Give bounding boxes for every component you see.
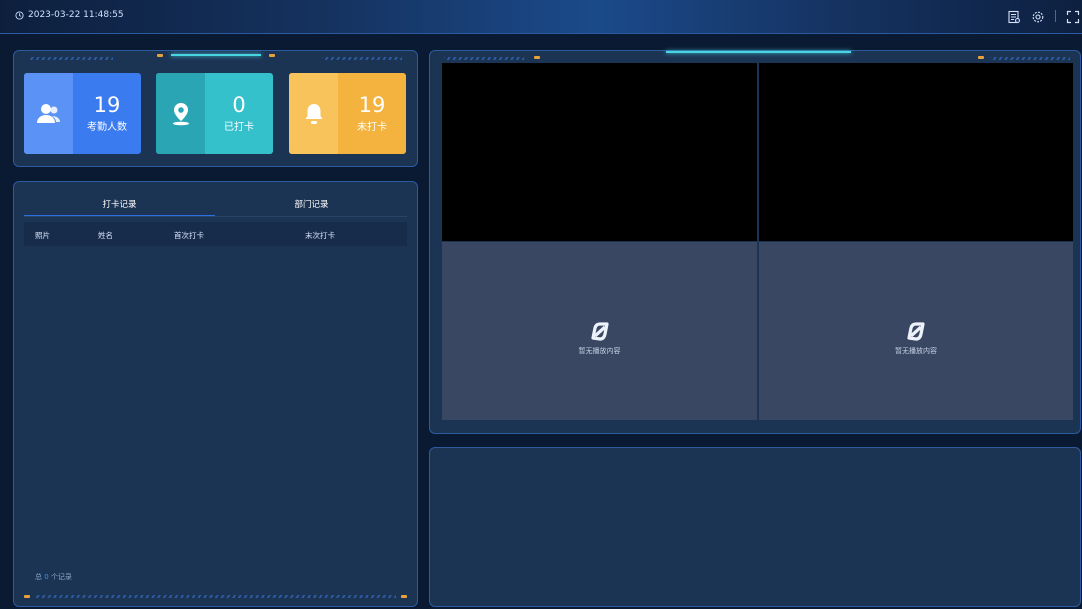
decorative-strip (444, 57, 524, 60)
decorative-line (666, 51, 851, 53)
no-signal-icon (590, 322, 609, 341)
decorative-strip (36, 595, 396, 598)
record-count-value: 0 (44, 573, 49, 581)
no-signal-icon (907, 322, 925, 341)
toolbar (1007, 9, 1080, 24)
decorative-dot (978, 56, 984, 59)
decorative-dot (24, 595, 30, 598)
empty-video-text: 暂无播放内容 (895, 347, 937, 355)
record-count: 总 0 个记录 (35, 573, 72, 581)
not-checked-in-label: 未打卡 (357, 122, 387, 133)
users-icon (24, 73, 73, 154)
toolbar-divider (1055, 10, 1056, 22)
stat-card-not-checked-in: 19 未打卡 (289, 73, 406, 154)
tab-checkin-records[interactable]: 打卡记录 (24, 192, 215, 217)
settings-icon[interactable] (1031, 9, 1045, 23)
clock-icon (15, 10, 24, 20)
top-bar: 2023-03-22 11:48:55 (0, 0, 1082, 34)
datetime-text: 2023-03-22 11:48:55 (28, 10, 124, 20)
checked-in-count: 0 (232, 93, 246, 117)
bottom-panel (429, 447, 1081, 607)
tab-divider (24, 216, 407, 217)
decorative-dot (269, 54, 275, 57)
not-checked-in-count: 19 (358, 93, 386, 117)
records-table-header: 照片 姓名 首次打卡 末次打卡 (24, 222, 407, 246)
bell-icon (289, 73, 338, 154)
attendance-label: 考勤人数 (87, 122, 127, 133)
stat-card-attendance: 19 考勤人数 (24, 73, 141, 154)
video-cell-4[interactable]: 暂无播放内容 (759, 242, 1073, 420)
fullscreen-icon[interactable] (1066, 9, 1080, 24)
stat-card-checked-in: 0 已打卡 (156, 73, 273, 154)
decorative-strip (322, 57, 402, 60)
column-first-checkin: 首次打卡 (174, 231, 204, 240)
records-tabs: 打卡记录 部门记录 (24, 192, 407, 217)
column-last-checkin: 末次打卡 (305, 231, 335, 240)
location-icon (156, 73, 205, 154)
decorative-dot (401, 595, 407, 598)
video-cell-3[interactable]: 暂无播放内容 (442, 242, 757, 420)
decorative-strip (28, 57, 113, 60)
tab-department-records[interactable]: 部门记录 (216, 192, 407, 216)
empty-video-text: 暂无播放内容 (578, 347, 621, 355)
report-icon[interactable] (1007, 9, 1021, 24)
decorative-strip (990, 57, 1070, 60)
checked-in-label: 已打卡 (224, 122, 254, 133)
video-cell-2[interactable] (759, 63, 1073, 241)
clock: 2023-03-22 11:48:55 (15, 10, 124, 20)
attendance-count: 19 (93, 93, 121, 117)
decorative-dot (534, 56, 540, 59)
column-name: 姓名 (98, 231, 113, 240)
column-photo: 照片 (35, 231, 50, 240)
decorative-line (171, 54, 261, 56)
video-cell-1[interactable] (442, 63, 757, 241)
decorative-dot (157, 54, 163, 57)
